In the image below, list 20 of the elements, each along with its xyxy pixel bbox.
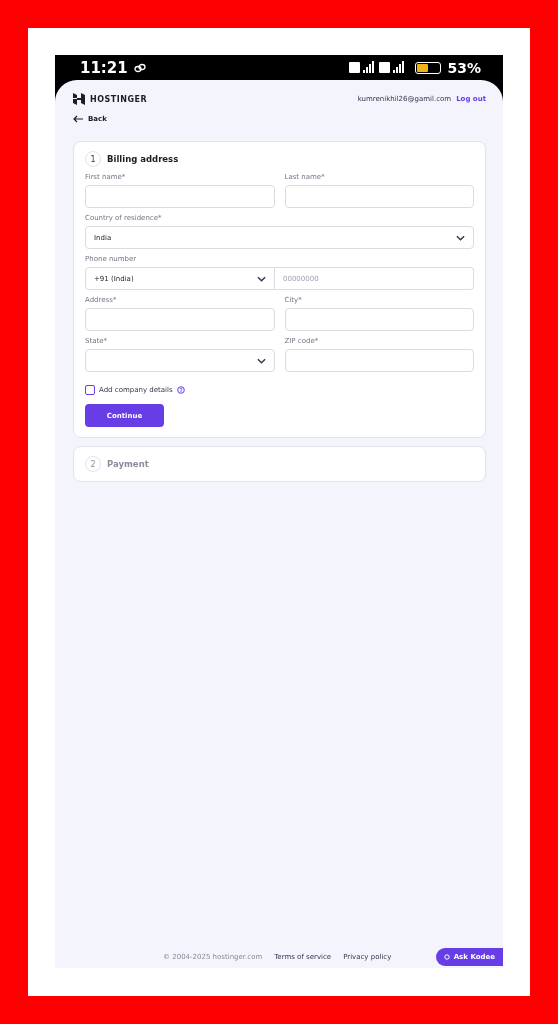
- chevron-down-icon: [257, 275, 266, 282]
- arrow-left-icon: [73, 115, 84, 123]
- status-time: 11:21: [80, 58, 128, 77]
- step-title: Payment: [107, 459, 149, 469]
- help-icon[interactable]: [176, 386, 185, 394]
- input-field[interactable]: [284, 185, 474, 208]
- select-field[interactable]: [85, 349, 275, 372]
- checkbox[interactable]: [85, 385, 95, 395]
- brand-name: HOSTINGER: [90, 94, 148, 104]
- input-field[interactable]: [85, 308, 275, 331]
- input-field[interactable]: [284, 308, 474, 331]
- chevron-down-icon: [256, 357, 266, 364]
- battery-icon: [415, 61, 442, 74]
- logo-icon: [73, 93, 85, 105]
- step-title: Billing address: [107, 154, 179, 164]
- input-field[interactable]: [85, 185, 275, 208]
- input-field[interactable]: [284, 349, 474, 372]
- link-icon: [133, 62, 146, 73]
- chevron-down-icon: [456, 234, 465, 241]
- battery-percentage: 53%: [447, 59, 481, 76]
